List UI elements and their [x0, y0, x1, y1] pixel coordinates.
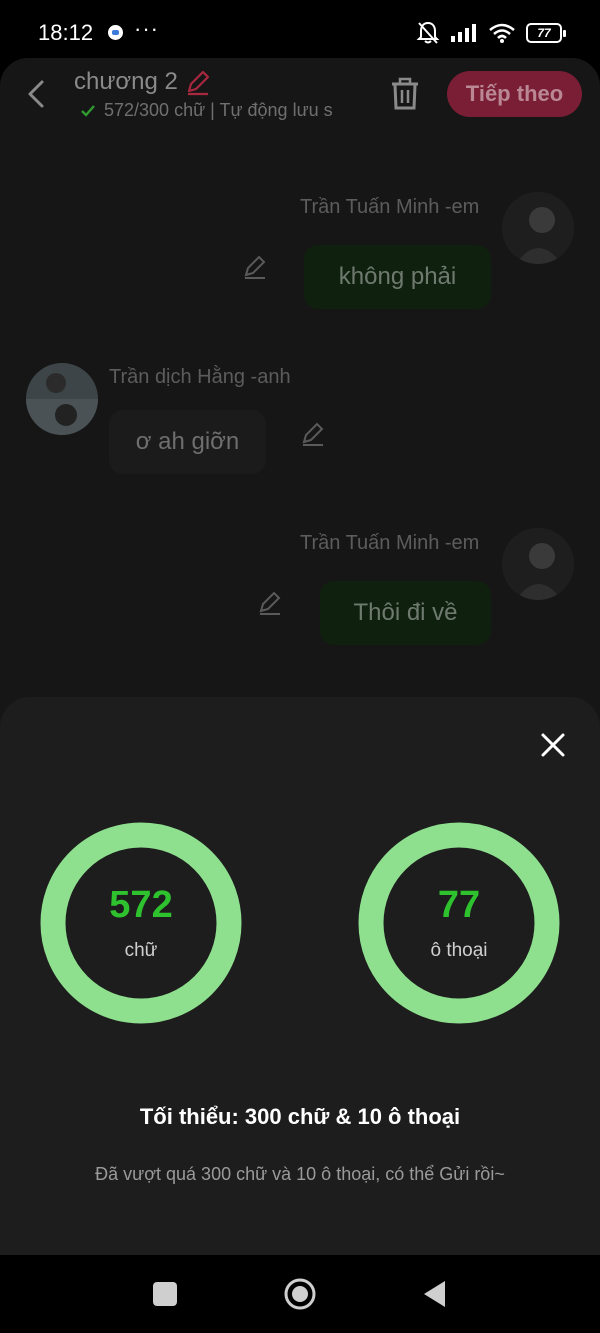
- status-icons: 77: [416, 20, 566, 46]
- message-bubble[interactable]: Thôi đi về: [320, 581, 491, 645]
- back-arrow-icon[interactable]: [22, 76, 52, 112]
- silent-bell-icon: [416, 21, 440, 44]
- message-sender: Trần Tuấn Minh -em: [300, 196, 480, 218]
- chapter-title: chương 2: [74, 68, 178, 95]
- message-sender: Trần Tuấn Minh -em: [300, 532, 480, 554]
- edit-title-icon[interactable]: [184, 68, 212, 96]
- battery-icon: 77: [526, 23, 566, 43]
- check-icon: [81, 104, 95, 117]
- recent-apps-icon[interactable]: [148, 1277, 182, 1311]
- next-button[interactable]: Tiếp theo: [447, 71, 582, 117]
- chapter-editor: chương 2 572/300 chữ | Tự động lưu s Tiế…: [0, 58, 600, 758]
- word-count-status: 572/300 chữ | Tự động lưu s: [104, 100, 333, 120]
- edit-message-icon[interactable]: [256, 589, 284, 617]
- requirement-hint: Đã vượt quá 300 chữ và 10 ô thoại, có th…: [95, 1164, 505, 1184]
- back-icon[interactable]: [418, 1277, 452, 1311]
- chapter-title-row[interactable]: chương 2: [74, 68, 212, 96]
- word-count-value: 572: [109, 884, 173, 926]
- avatar[interactable]: [26, 363, 98, 435]
- edit-message-icon[interactable]: [241, 253, 269, 281]
- minimum-requirement: Tối thiểu: 300 chữ & 10 ô thoại: [139, 1104, 461, 1129]
- close-icon[interactable]: [535, 727, 571, 763]
- signal-icon: [451, 24, 476, 42]
- message-sender: Trần dịch Hằng -anh: [109, 366, 291, 388]
- word-count-ring: 572 chữ: [40, 822, 242, 1024]
- dialogue-count-label: ô thoại: [430, 940, 488, 961]
- system-nav-bar: [0, 1255, 600, 1333]
- avatar[interactable]: [502, 192, 574, 264]
- notification-app-icon: [108, 25, 123, 40]
- trash-icon[interactable]: [388, 76, 422, 112]
- word-count-label: chữ: [124, 940, 158, 961]
- edit-message-icon[interactable]: [299, 420, 327, 448]
- avatar[interactable]: [502, 528, 574, 600]
- status-time: 18:12: [38, 20, 94, 45]
- save-status-row: 572/300 chữ | Tự động lưu s: [80, 100, 362, 121]
- dialogue-count-value: 77: [437, 884, 481, 926]
- wifi-icon: [489, 23, 515, 43]
- message-bubble[interactable]: ơ ah giỡn: [109, 410, 266, 474]
- message-bubble[interactable]: không phải: [304, 245, 491, 309]
- dialogue-count-ring: 77 ô thoại: [358, 822, 560, 1024]
- word-count-sheet: 572 chữ 77 ô thoại Tối thiểu: 300 chữ & …: [0, 697, 600, 1255]
- editor-header: chương 2 572/300 chữ | Tự động lưu s Tiế…: [0, 58, 600, 138]
- more-notifications-icon: ···: [134, 16, 159, 41]
- status-bar: 18:12 ··· 77: [0, 0, 600, 64]
- home-icon[interactable]: [283, 1277, 317, 1311]
